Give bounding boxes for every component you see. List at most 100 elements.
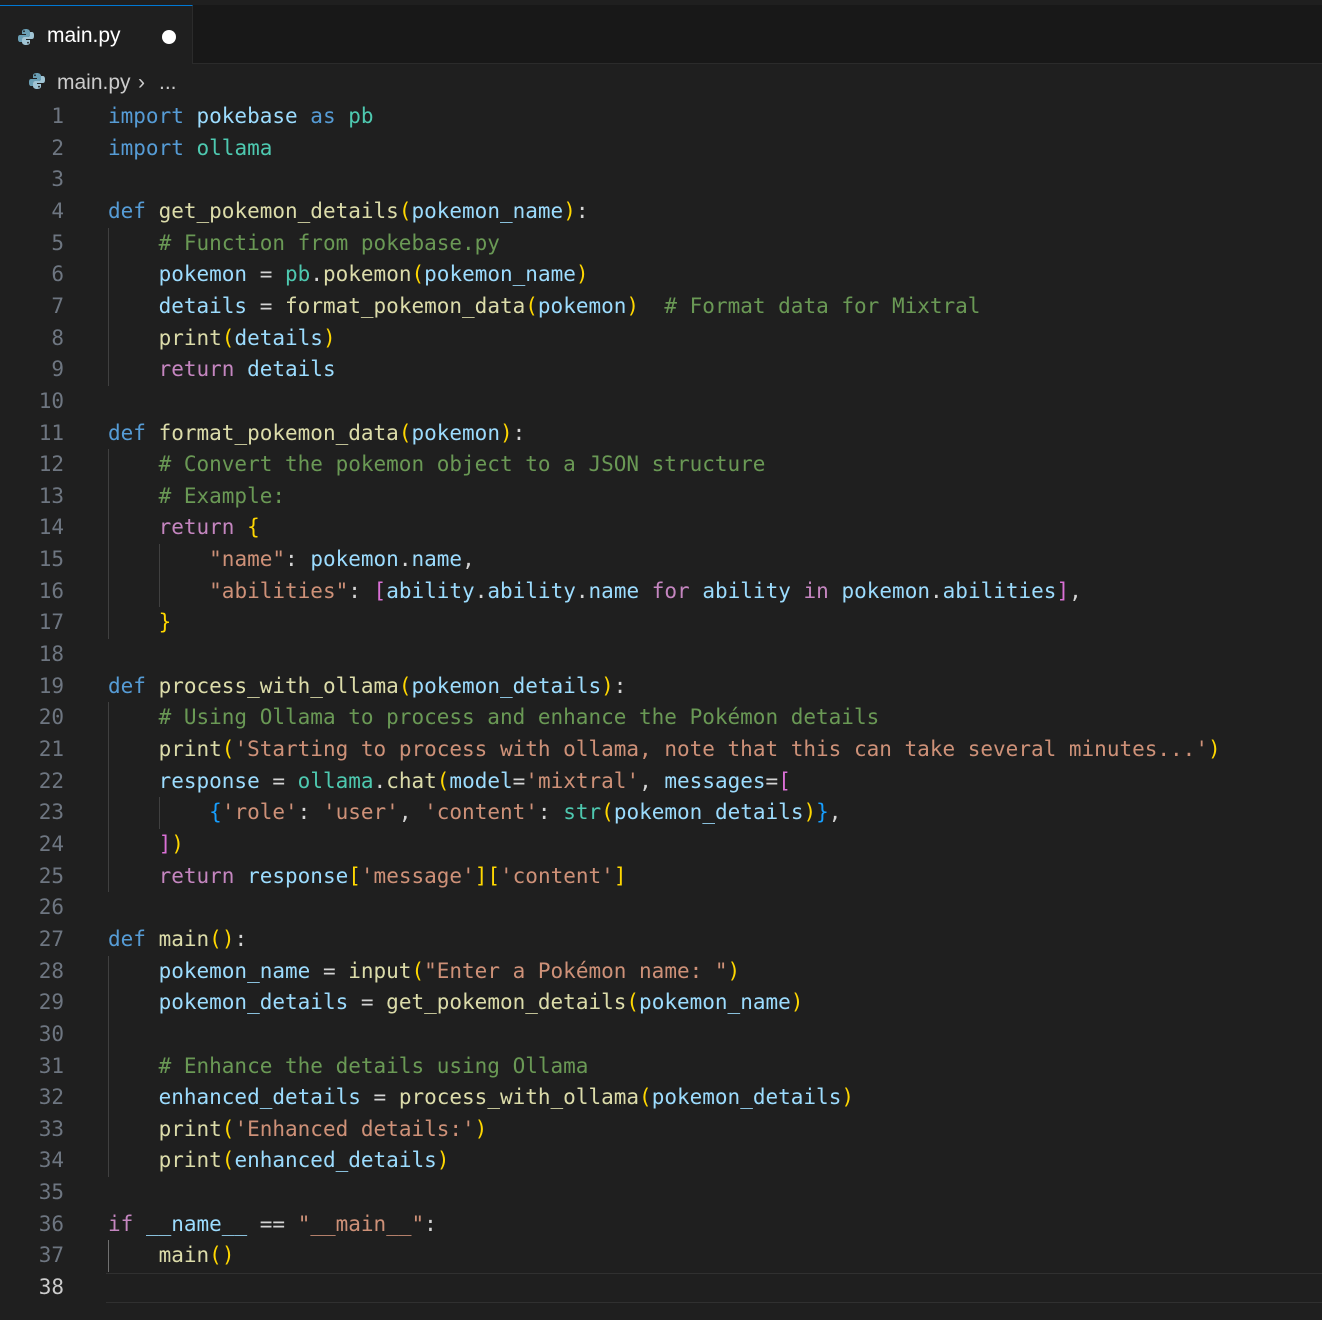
code-text: main() [108,1240,235,1272]
code-line[interactable]: 37 main() [0,1240,1322,1272]
code-text: } [108,607,172,639]
code-token: [ [487,863,501,888]
code-token: # Using Ollama to process and enhance th… [158,705,880,730]
code-line[interactable]: 19 def process_with_ollama(pokemon_detail… [0,671,1322,703]
code-token: pb [348,104,374,128]
code-text: enhanced_details = process_with_ollama(p… [108,1082,854,1114]
code-line[interactable]: 29 pokemon_details = get_pokemon_details… [0,987,1322,1019]
code-text: # Convert the pokemon object to a JSON s… [108,449,766,481]
code-token: ( [398,420,412,445]
code-line[interactable]: 31 # Enhance the details using Ollama [0,1051,1322,1083]
code-line[interactable]: 14 return { [0,512,1322,544]
code-token: ( [398,198,412,223]
breadcrumb-symbols[interactable]: ... [159,71,177,95]
code-line[interactable]: 2 import ollama [0,133,1322,165]
code-text: print('Enhanced details:') [108,1114,488,1146]
code-line[interactable]: 36 if __name__ == "__main__": [0,1209,1322,1241]
code-line[interactable]: 18 [0,639,1322,671]
code-line[interactable]: 9 return details [0,354,1322,386]
code-editor[interactable]: 1 import pokebase as pb 2 import ollama 3 4 de… [0,101,1322,1320]
code-line[interactable]: 20 # Using Ollama to process and enhance… [0,702,1322,734]
tab-main-py[interactable]: main.py [0,5,193,64]
code-token: pokemon_details [613,800,804,825]
code-line[interactable]: 10 [0,386,1322,418]
code-token: ] [474,863,488,888]
code-line[interactable]: 15 "name": pokemon.name, [0,544,1322,576]
code-line[interactable]: 33 print('Enhanced details:') [0,1114,1322,1146]
unsaved-dot-icon[interactable] [162,30,176,44]
code-text: # Example: [108,481,285,513]
code-line[interactable]: 24 ]) [0,829,1322,861]
code-token: def [108,198,146,223]
code-line[interactable]: 38 [0,1272,1322,1304]
code-line[interactable]: 30 [0,1019,1322,1051]
code-token: : [613,673,627,698]
code-token: ability [487,578,576,603]
code-token: : [537,800,564,825]
code-line[interactable]: 28 pokemon_name = input("Enter a Pokémon… [0,956,1322,988]
code-token: ) [575,262,589,287]
code-token: ollama [196,135,273,160]
code-line[interactable]: 13 # Example: [0,481,1322,513]
code-token: abilities [942,578,1057,603]
code-text: def process_with_ollama(pokemon_details)… [108,671,626,703]
code-token: ability [386,578,475,603]
code-line[interactable]: 1 import pokebase as pb [0,101,1322,133]
code-line[interactable]: 5 # Function from pokebase.py [0,228,1322,260]
code-line[interactable]: 34 print(enhanced_details) [0,1145,1322,1177]
code-line[interactable]: 17 } [0,607,1322,639]
code-line[interactable]: 7 details = format_pokemon_data(pokemon)… [0,291,1322,323]
code-line[interactable]: 27 def main(): [0,924,1322,956]
line-number: 26 [38,895,64,920]
chevron-right-icon: › [138,71,145,94]
code-token: "abilities" [209,578,349,603]
code-line[interactable]: 26 [0,892,1322,924]
code-token: = [360,1085,399,1110]
code-token: # Enhance the details using Ollama [158,1053,589,1078]
code-token: ( [411,958,425,983]
code-line[interactable]: 21 print('Starting to process with ollam… [0,734,1322,766]
line-number: 19 [38,673,64,698]
code-token: : [297,800,323,825]
code-line[interactable]: 8 print(details) [0,323,1322,355]
code-token: # Format data for Mixtral [664,293,981,318]
code-line[interactable]: 35 [0,1177,1322,1209]
code-line[interactable]: 23 {'role': 'user', 'content': str(pokem… [0,797,1322,829]
code-token: = [259,768,298,793]
code-line[interactable]: 11 def format_pokemon_data(pokemon): [0,418,1322,450]
code-line[interactable]: 16 "abilities": [ability.ability.name fo… [0,576,1322,608]
tab-label: main.py [47,24,121,47]
code-token: ) [436,1148,450,1173]
line-number: 37 [38,1243,64,1268]
code-token: . [575,578,589,603]
line-number: 13 [38,483,64,508]
code-line[interactable]: 3 [0,164,1322,196]
code-line[interactable]: 32 enhanced_details = process_with_ollam… [0,1082,1322,1114]
code-line[interactable]: 4 def get_pokemon_details(pokemon_name): [0,196,1322,228]
code-line[interactable]: 25 return response['message']['content'] [0,861,1322,893]
line-number: 17 [38,610,64,635]
code-line[interactable]: 22 response = ollama.chat(model='mixtral… [0,766,1322,798]
code-token: ability [702,578,791,603]
code-token: pokemon_name [411,198,564,223]
code-token: input [348,958,412,983]
code-line[interactable]: 6 pokemon = pb.pokemon(pokemon_name) [0,259,1322,291]
code-text: # Enhance the details using Ollama [108,1051,589,1083]
code-token: "Enter a Pokémon name: " [424,958,728,983]
code-token: ) [499,420,513,445]
code-token: = [512,768,526,793]
code-text: def main(): [108,924,247,956]
code-text: print(enhanced_details) [108,1145,450,1177]
breadcrumb-file[interactable]: main.py [57,71,131,95]
code-line[interactable]: 12 # Convert the pokemon object to a JSO… [0,449,1322,481]
code-token: "name" [209,547,286,572]
line-number: 25 [38,863,64,888]
